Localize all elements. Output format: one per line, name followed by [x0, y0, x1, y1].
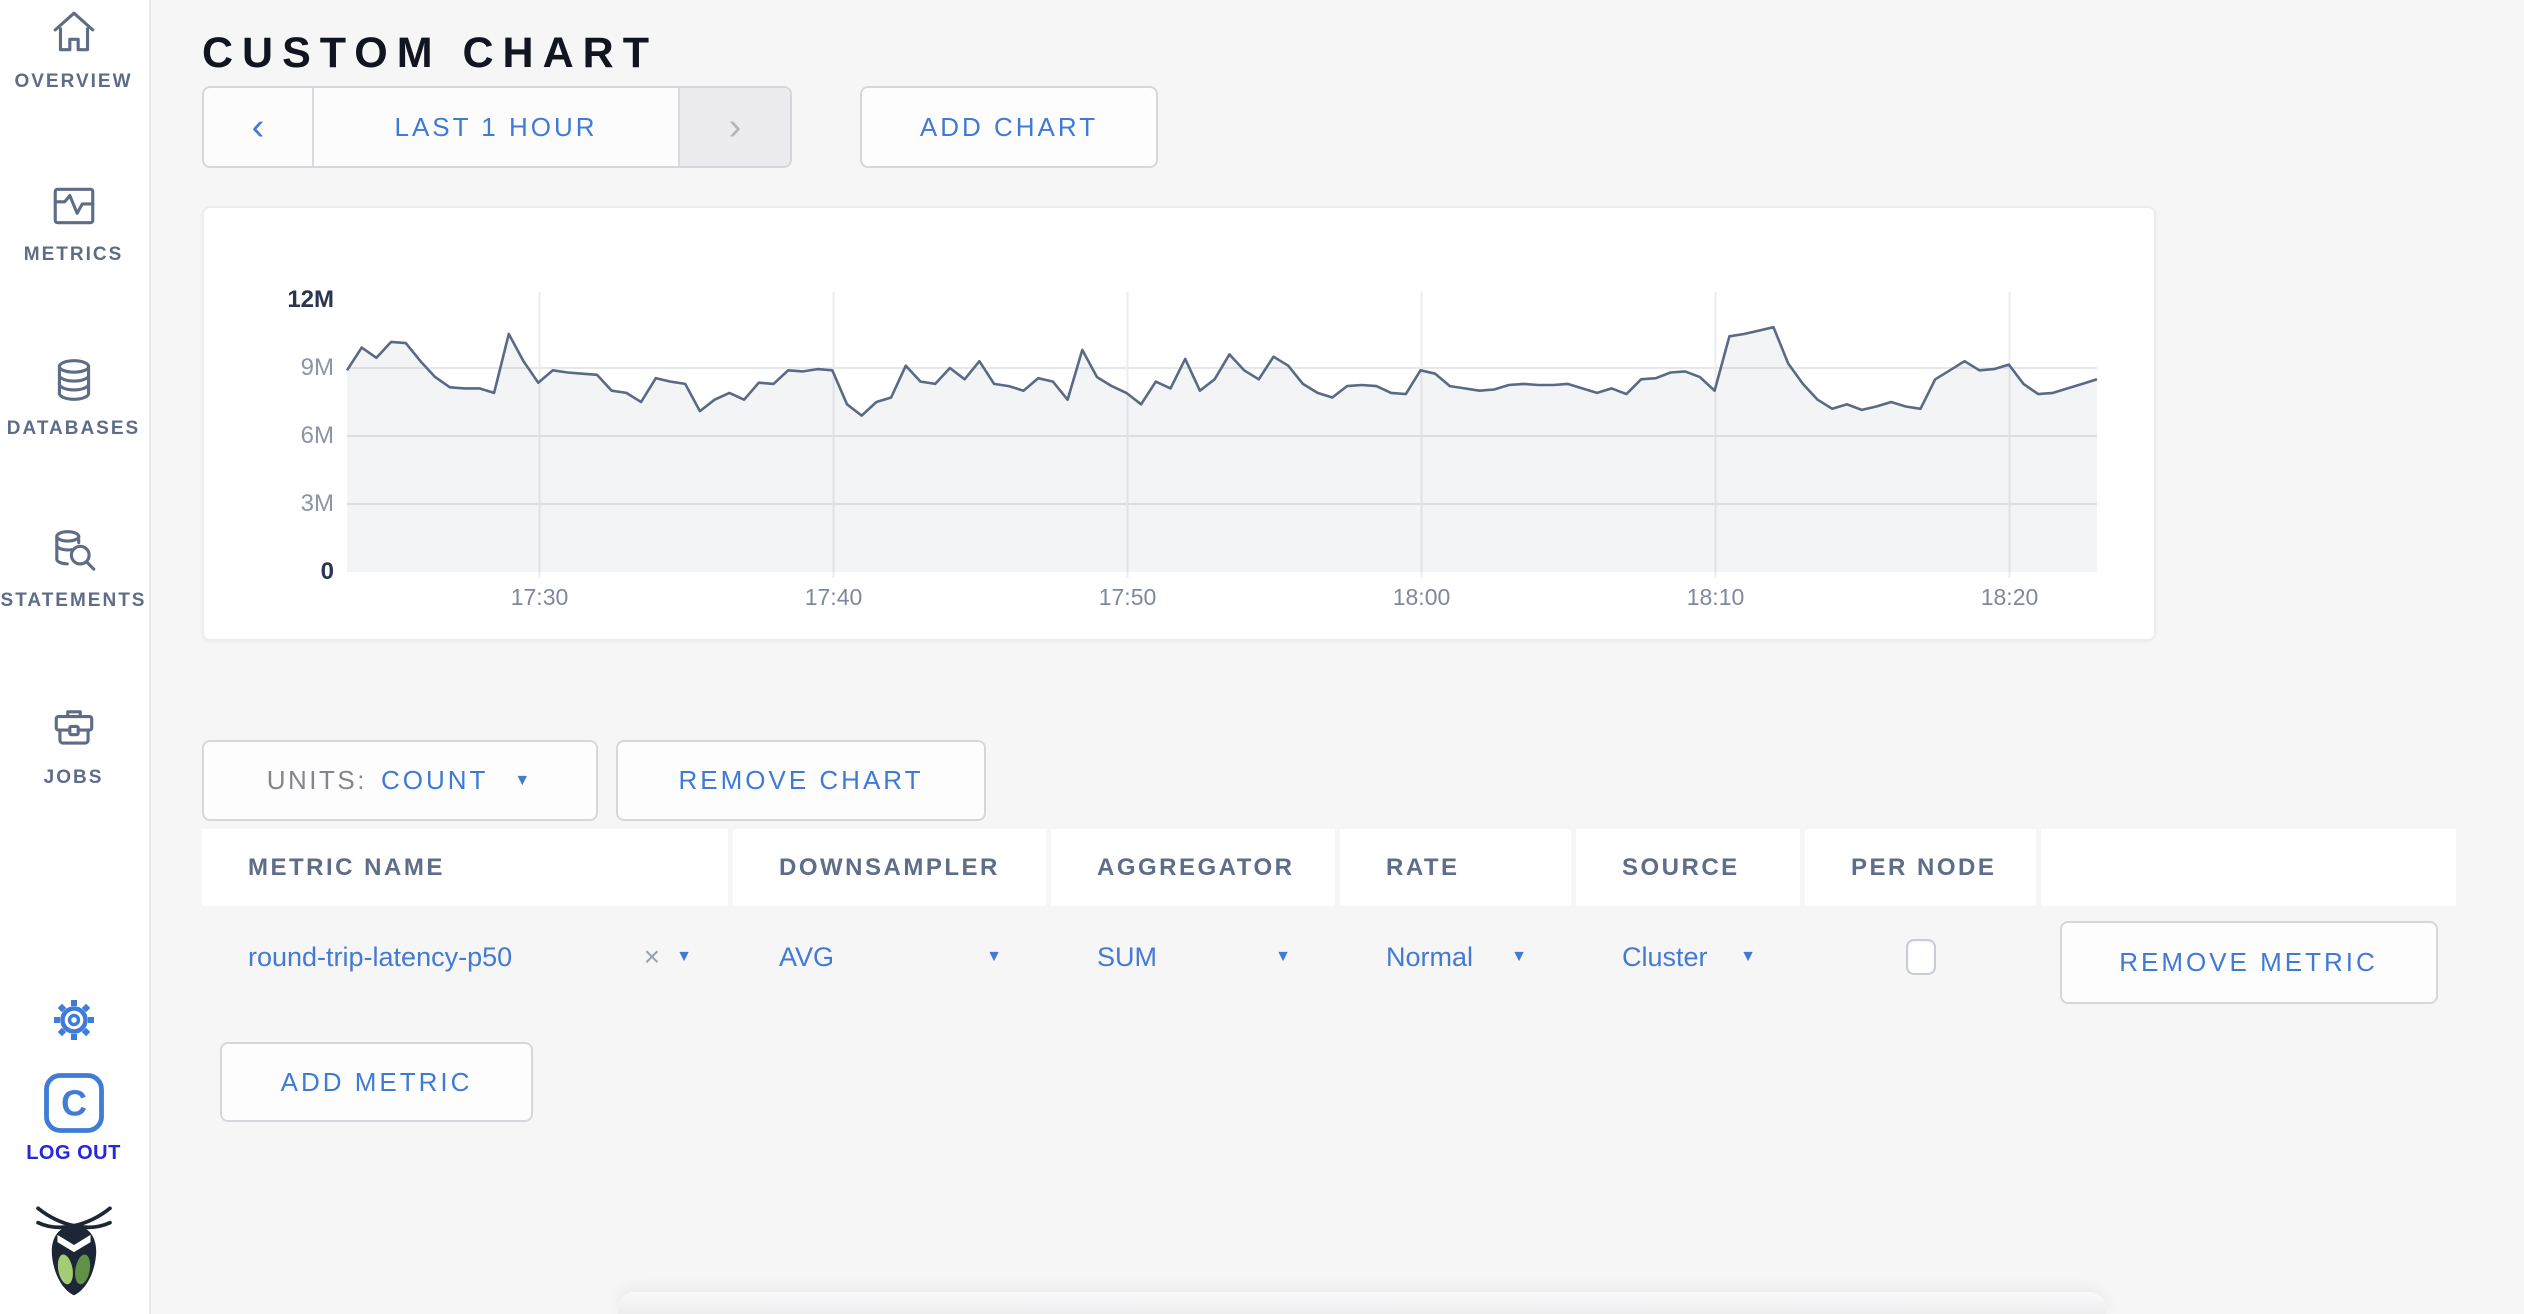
aggregator-cell: SUM ▼ [1051, 906, 1335, 1008]
sidebar-item-metrics[interactable]: METRICS [0, 181, 147, 266]
custom-chart-page: OVERVIEW METRICS DATABASES STATEMENTS JO… [0, 0, 2524, 1314]
source-cell: Cluster ▼ [1576, 906, 1800, 1008]
units-dropdown[interactable]: UNITS: COUNT ▼ [202, 740, 598, 821]
rate-cell: Normal ▼ [1340, 906, 1571, 1008]
per-node-checkbox[interactable] [1905, 939, 1936, 975]
statements-icon [54, 530, 95, 571]
actions-cell: REMOVE METRIC [2041, 906, 2456, 1008]
x-axis-tick: 18:10 [1686, 584, 1745, 610]
y-axis-tick: 6M [300, 422, 334, 449]
rate-dropdown[interactable]: Normal [1386, 942, 1473, 973]
y-axis-tick: 9M [300, 354, 334, 381]
metric-name-dropdown[interactable]: round-trip-latency-p50 [248, 942, 512, 973]
time-range-dropdown[interactable]: LAST 1 HOUR [314, 88, 678, 166]
x-axis-tick: 17:50 [1098, 584, 1157, 610]
chevron-down-icon[interactable]: ▼ [676, 948, 692, 966]
sidebar-label-overview: OVERVIEW [14, 71, 133, 92]
chevron-down-icon[interactable]: ▼ [1275, 948, 1291, 966]
aggregator-dropdown[interactable]: SUM [1097, 942, 1157, 973]
page-title: CUSTOM CHART [202, 28, 658, 77]
column-header-source: SOURCE [1576, 829, 1800, 906]
sidebar-label-metrics: METRICS [23, 244, 124, 265]
gear-icon [53, 1000, 94, 1040]
metric-table-row: round-trip-latency-p50 × ▼ AVG ▼ SUM ▼ N… [202, 906, 2461, 1008]
units-label: UNITS: [266, 765, 367, 795]
per-node-cell [1805, 906, 2036, 1008]
settings-button[interactable] [0, 996, 147, 1044]
x-axis-tick: 18:00 [1392, 584, 1451, 610]
time-range-prev-button[interactable]: ‹ [204, 88, 314, 166]
metric-name-cell: round-trip-latency-p50 × ▼ [202, 906, 728, 1008]
y-axis-tick: 3M [300, 490, 334, 517]
time-range-next-button[interactable]: › [678, 88, 790, 166]
sidebar-label-statements: STATEMENTS [0, 590, 147, 611]
chevron-right-icon: › [728, 105, 742, 148]
remove-chart-button[interactable]: REMOVE CHART [616, 740, 986, 821]
chevron-left-icon: ‹ [251, 105, 265, 148]
app-logo[interactable] [0, 1204, 147, 1296]
x-axis-tick: 17:40 [804, 584, 863, 610]
sidebar: OVERVIEW METRICS DATABASES STATEMENTS JO… [0, 0, 151, 1314]
jobs-icon [54, 710, 93, 745]
timeseries-chart [345, 292, 2098, 578]
c-badge-icon: C [43, 1073, 104, 1133]
downsampler-cell: AVG ▼ [733, 906, 1046, 1008]
metrics-icon [53, 187, 94, 225]
column-header-actions [2041, 829, 2456, 906]
logout-button[interactable]: LOG OUT [0, 1142, 147, 1165]
y-axis-tick: 0 [320, 558, 334, 585]
column-header-rate: RATE [1340, 829, 1571, 906]
svg-text:C: C [61, 1083, 87, 1123]
y-axis-tick: 12M [287, 286, 334, 313]
x-axis-tick: 18:20 [1980, 584, 2039, 610]
chevron-down-icon[interactable]: ▼ [1511, 948, 1527, 966]
sidebar-item-overview[interactable]: OVERVIEW [0, 8, 147, 93]
add-metric-button[interactable]: ADD METRIC [220, 1042, 533, 1122]
units-value: COUNT [380, 765, 489, 795]
database-icon [57, 359, 90, 401]
sidebar-item-jobs[interactable]: JOBS [0, 704, 147, 789]
remove-metric-button[interactable]: REMOVE METRIC [2059, 920, 2438, 1004]
source-dropdown[interactable]: Cluster [1622, 942, 1708, 973]
sidebar-label-jobs: JOBS [43, 767, 104, 788]
chart-card: 0 3M 6M 9M 12M 17:30 17:40 17:50 18:00 18:10 18:2… [202, 206, 2156, 641]
column-header-per-node: PER NODE [1805, 829, 2036, 906]
next-chart-card-edge [618, 1292, 2106, 1314]
login-badge-button[interactable]: C [0, 1070, 147, 1136]
sidebar-label-databases: DATABASES [6, 418, 141, 439]
sidebar-item-databases[interactable]: DATABASES [0, 355, 147, 440]
column-header-metric-name: METRIC NAME [202, 829, 728, 906]
sidebar-item-statements[interactable]: STATEMENTS [0, 527, 147, 612]
column-header-aggregator: AGGREGATOR [1051, 829, 1335, 906]
time-range-selector: ‹ LAST 1 HOUR › [202, 86, 792, 168]
chevron-down-icon: ▼ [514, 771, 534, 789]
home-icon [53, 11, 94, 52]
cockroachdb-bug-logo [35, 1206, 112, 1296]
add-chart-button[interactable]: ADD CHART [860, 86, 1158, 168]
column-header-downsampler: DOWNSAMPLER [733, 829, 1046, 906]
chevron-down-icon[interactable]: ▼ [1740, 948, 1756, 966]
metrics-table-header: METRIC NAME DOWNSAMPLER AGGREGATOR RATE … [202, 829, 2461, 906]
x-axis-tick: 17:30 [510, 584, 569, 610]
chevron-down-icon[interactable]: ▼ [986, 948, 1002, 966]
clear-metric-icon[interactable]: × [644, 941, 660, 973]
downsampler-dropdown[interactable]: AVG [779, 942, 834, 973]
